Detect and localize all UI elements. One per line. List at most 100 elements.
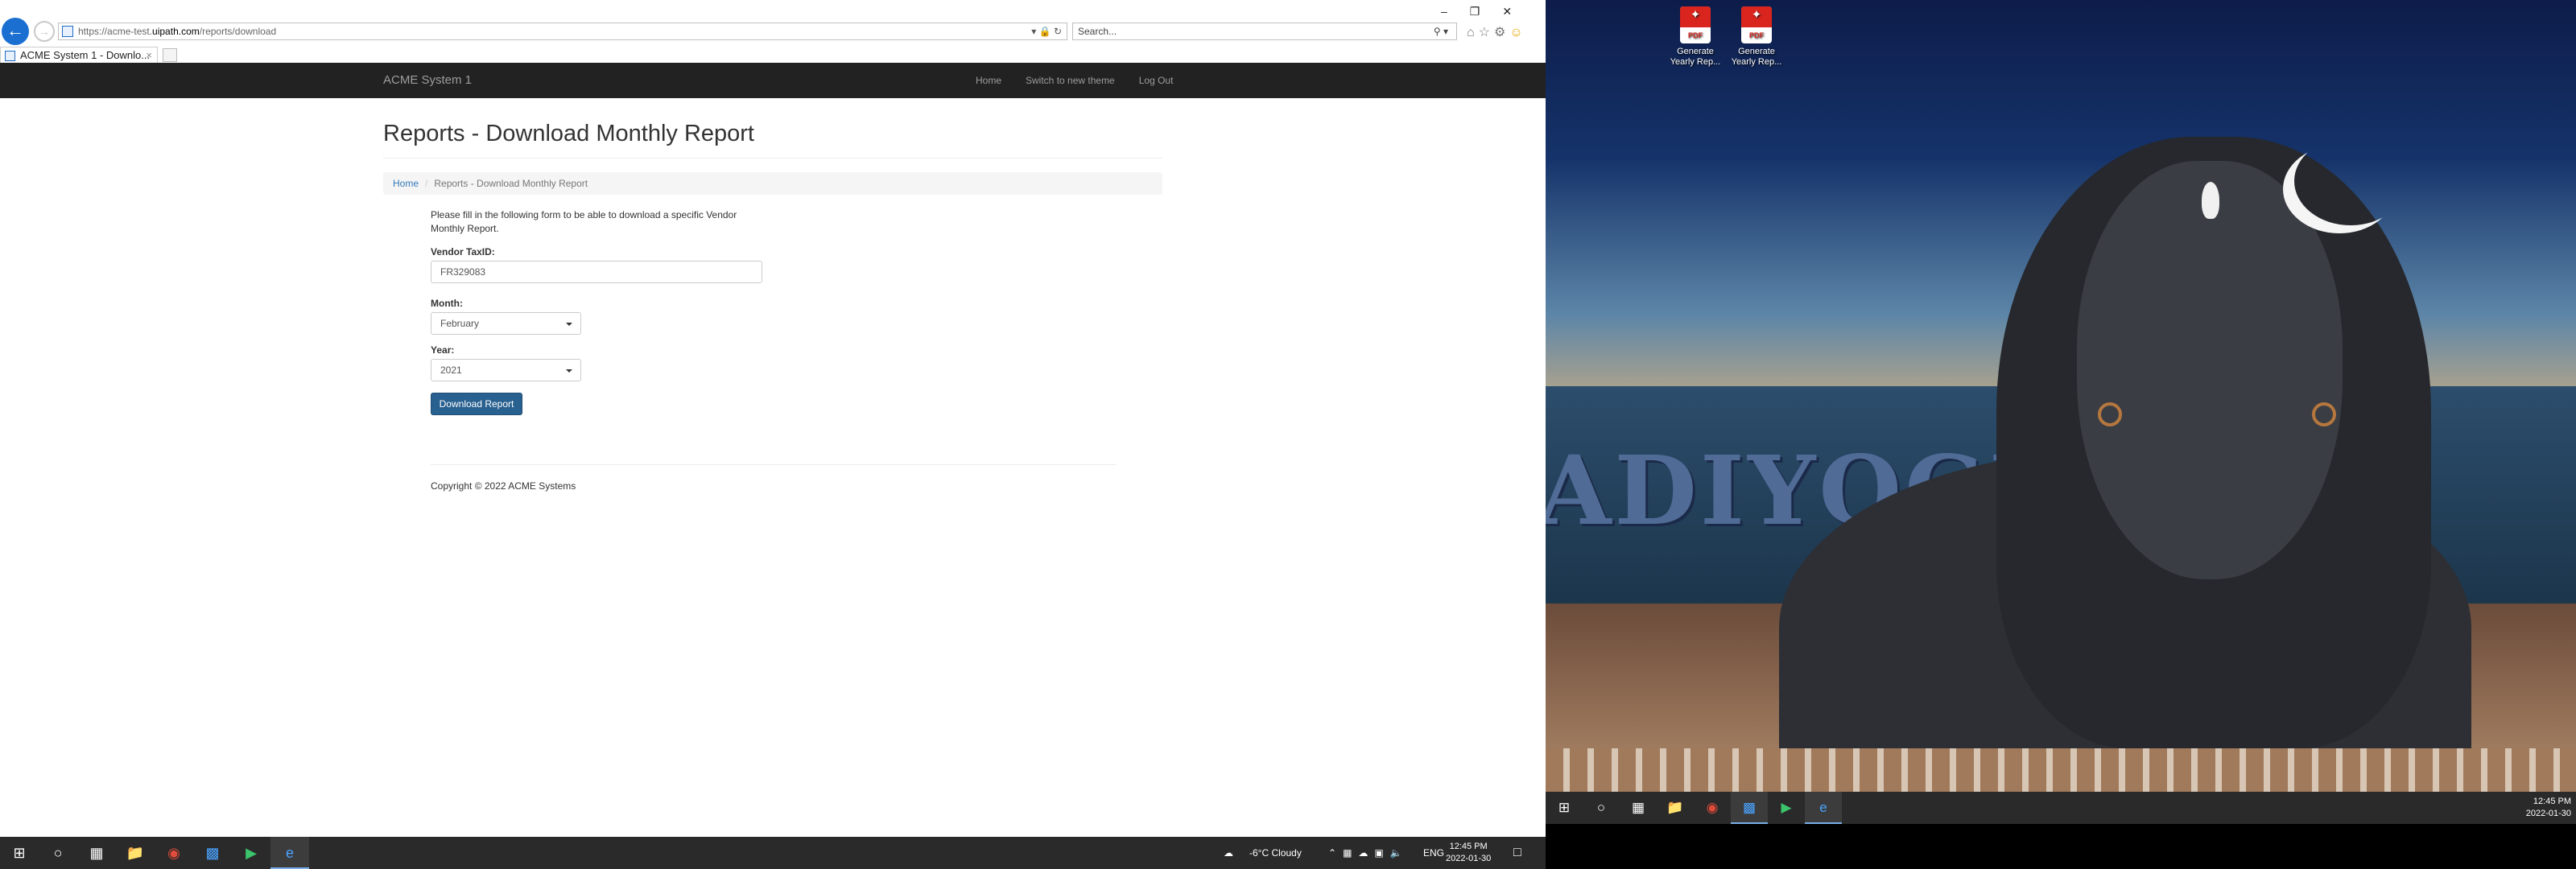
footer-divider [431,464,1117,465]
vendor-taxid-label: Vendor TaxID: [431,246,495,257]
tab-close-icon[interactable]: × [146,47,152,64]
nav-links: Home Switch to new theme Log Out [976,63,1173,98]
footer-copyright: Copyright © 2022 ACME Systems [431,480,576,492]
pdf-file-icon: ✦ PDF [1680,6,1711,43]
year-value: 2021 [440,364,462,376]
breadcrumb-separator: / [425,178,428,189]
settings-gear-icon[interactable]: ⚙ [1494,26,1509,39]
wallpaper-shrine [1546,748,2576,797]
back-arrow-icon[interactable]: ← [2,18,29,45]
address-bar[interactable]: https://acme-test.uipath.com/reports/dow… [58,23,1067,40]
left-screen: ← → https://acme-test.uipath.com/reports… [0,0,1546,869]
pdf-badge: PDF [1688,31,1703,39]
caret-down-icon [566,369,572,373]
wallpaper-earring-left [2098,402,2122,426]
url-protocol: https:// [78,26,108,37]
month-select[interactable]: February [431,312,581,335]
task-view-icon[interactable]: ▦ [77,837,116,869]
minimize-icon[interactable]: – [1441,5,1470,18]
feedback-smiley-icon[interactable]: ☺ [1509,26,1526,39]
wallpaper-tilak [2202,182,2219,219]
weather-cloud-icon[interactable]: ☁ [1224,837,1233,869]
clock-date: 2022-01-30 [2525,809,2571,818]
favorites-star-icon[interactable]: ☆ [1479,26,1494,39]
desktop-pdf-shortcut[interactable]: ✦ PDF Generate Yearly Rep... [1731,6,1782,68]
title-divider [383,158,1162,159]
tray-chevron-up-icon[interactable]: ⌃ [1328,847,1343,859]
home-icon[interactable]: ⌂ [1467,26,1479,39]
chrome-icon[interactable]: ◉ [1694,792,1731,824]
app-brand[interactable]: ACME System 1 [383,63,472,98]
start-windows-icon[interactable]: ⊞ [1546,792,1583,824]
month-value: February [440,318,480,329]
task-view-icon[interactable]: ▦ [1620,792,1657,824]
volume-icon[interactable]: 🔈 [1390,847,1409,859]
tab-active[interactable]: ACME System 1 - Downlo... × [0,47,158,64]
year-label: Year: [431,344,455,356]
chrome-icon[interactable]: ◉ [155,837,193,869]
nav-home-link[interactable]: Home [976,63,1001,98]
internet-explorer-icon[interactable]: e [270,837,309,869]
start-windows-icon[interactable]: ⊞ [0,837,39,869]
forward-arrow-icon[interactable]: → [34,21,55,42]
nav-logout-link[interactable]: Log Out [1139,63,1174,98]
new-tab-icon[interactable] [163,48,177,62]
search-placeholder: Search... [1078,26,1117,37]
form-intro-text: Please fill in the following form to be … [431,209,737,234]
notification-icon[interactable]: □ [1513,837,1521,869]
wallpaper-earring-right [2312,402,2336,426]
desktop-icon-label: Generate Yearly Rep... [1670,47,1721,67]
breadcrumb-home-link[interactable]: Home [393,178,419,189]
desktop-icon-label: Generate Yearly Rep... [1731,47,1782,67]
tab-title: ACME System 1 - Downlo... [20,49,151,61]
uipath-studio-icon[interactable]: ▩ [1731,792,1768,824]
desktop-pdf-shortcut[interactable]: ✦ PDF Generate Yearly Rep... [1670,6,1721,68]
taskbar-clock[interactable]: 12:45 PM 2022-01-30 [2526,796,2571,820]
lock-icon[interactable]: 🔒 [1039,26,1051,37]
nav-switch-theme-link[interactable]: Switch to new theme [1026,63,1115,98]
taskbar-clock[interactable]: 12:45 PM 2022-01-30 [1446,841,1491,865]
tray-icons: ⌃▦☁▣🔈 [1328,837,1409,869]
search-icon[interactable]: ⚲ ▾ [1434,23,1448,39]
wallpaper-statue-face [2077,161,2343,579]
media-player-icon[interactable]: ▶ [232,837,270,869]
page-title: Reports - Download Monthly Report [383,121,754,146]
onedrive-cloud-icon[interactable]: ☁ [1358,847,1374,859]
browser-tool-icons: ⌂☆⚙☺ [1467,24,1527,40]
media-player-icon[interactable]: ▶ [1768,792,1805,824]
search-box[interactable]: Search... ⚲ ▾ [1072,23,1457,40]
tab-strip: ACME System 1 - Downlo... × [0,47,1546,64]
download-report-button[interactable]: Download Report [431,393,522,415]
taskbar-right: ⊞ ○ ▦ 📁 ◉ ▩ ▶ e 12:45 PM 2022-01-30 [1546,792,2576,824]
taskbar-left: ⊞ ○ ▦ 📁 ◉ ▩ ▶ e ☁ -6°C Cloudy ⌃▦☁▣🔈 ENG … [0,837,1546,869]
restore-icon[interactable]: ❐ [1470,5,1503,18]
tray-device-icon[interactable]: ▦ [1343,847,1358,859]
url-host: uipath.com [152,26,200,37]
dropdown-arrow-icon[interactable]: ▾ [1031,26,1036,37]
year-select[interactable]: 2021 [431,359,581,381]
cortana-circle-icon[interactable]: ○ [39,837,77,869]
tab-favicon-icon [5,51,15,61]
month-label: Month: [431,298,463,309]
clock-time: 12:45 PM [1449,842,1488,851]
close-window-icon[interactable]: ✕ [1502,5,1534,18]
site-favicon-icon [62,26,73,37]
language-indicator[interactable]: ENG [1423,837,1444,869]
browser-toolbar: ← → https://acme-test.uipath.com/reports… [0,0,1546,47]
network-icon[interactable]: ▣ [1374,847,1389,859]
internet-explorer-icon[interactable]: e [1805,792,1842,824]
url-path: /reports/download [199,26,277,37]
caret-down-icon [566,323,572,326]
vendor-taxid-value: FR329083 [440,266,486,278]
file-explorer-icon[interactable]: 📁 [116,837,155,869]
window-controls: –❐✕ [1441,5,1534,19]
weather-text[interactable]: -6°C Cloudy [1249,837,1302,869]
refresh-icon[interactable]: ↻ [1054,26,1062,37]
url-subdomain: acme-test. [107,26,153,37]
cortana-circle-icon[interactable]: ○ [1583,792,1620,824]
address-tools: ▾ 🔒 ↻ [1031,23,1062,39]
uipath-studio-icon[interactable]: ▩ [193,837,232,869]
vendor-taxid-input[interactable]: FR329083 [431,261,762,283]
file-explorer-icon[interactable]: 📁 [1657,792,1694,824]
app-navbar: ACME System 1 Home Switch to new theme L… [0,63,1546,98]
